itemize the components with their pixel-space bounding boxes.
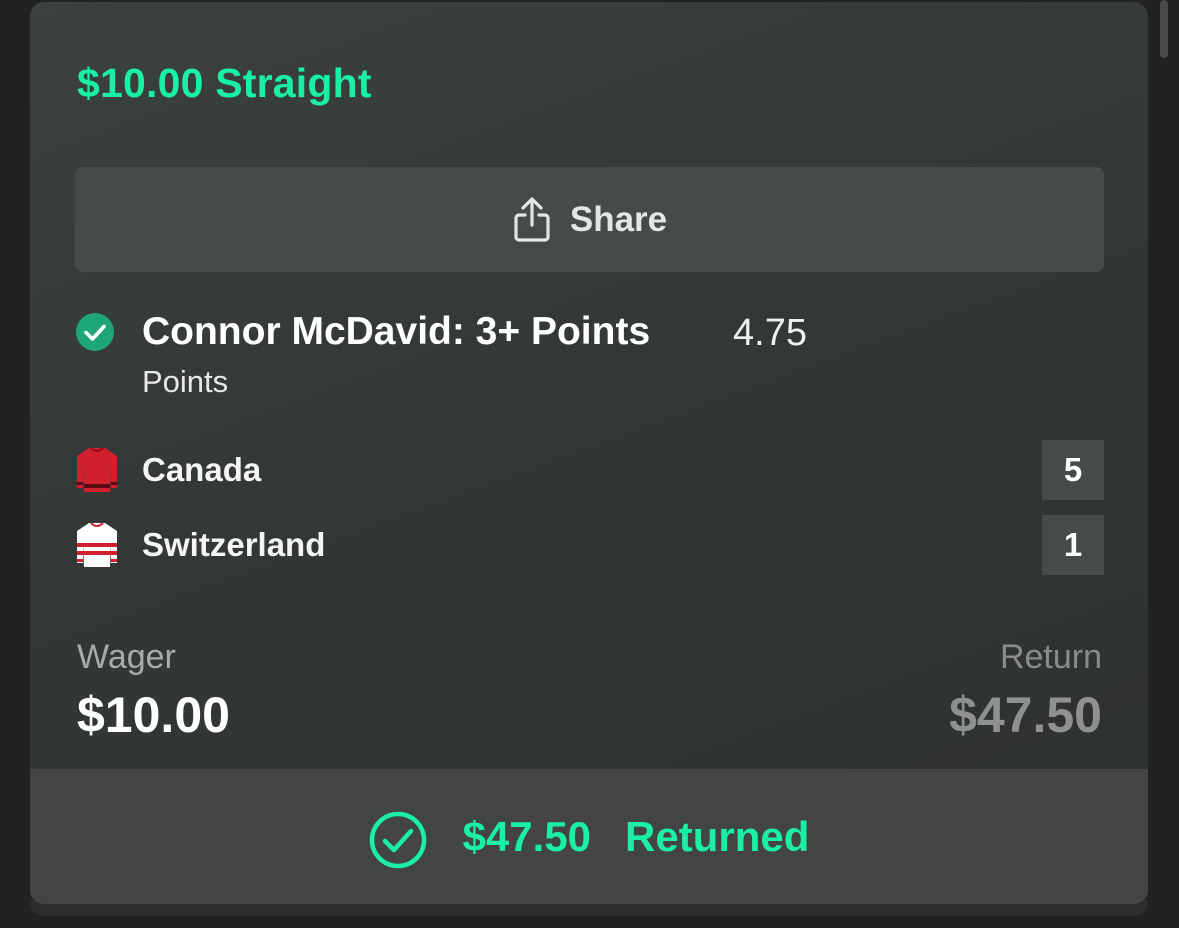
team-name: Canada (142, 451, 262, 488)
return-label: Return (999, 638, 1102, 676)
team-row-switzerland: Switzerland 1 (75, 515, 1104, 575)
team-row-canada: Canada 5 (75, 440, 1104, 500)
selection-name: Connor McDavid: 3+ Points (142, 310, 651, 353)
share-icon (514, 196, 550, 242)
wager-value: $10.00 (77, 687, 230, 743)
share-button[interactable]: Share (75, 167, 1104, 272)
scrollbar[interactable] (1160, 0, 1168, 58)
selection-market: Points (142, 364, 229, 399)
wager-label: Wager (77, 638, 176, 676)
result-status: Returned (625, 812, 810, 860)
team-score: 1 (1042, 515, 1104, 575)
check-circle-outline-icon (369, 811, 426, 868)
jersey-white-red-stripes-icon (77, 522, 117, 567)
team-name: Switzerland (142, 526, 326, 563)
result-footer: $47.50 Returned (30, 769, 1148, 904)
share-label: Share (569, 199, 668, 239)
bet-slip-page: $10.00 Straight Share Connor McDavid: 3+… (0, 0, 1179, 928)
check-circle-icon (76, 313, 114, 351)
return-value: $47.50 (949, 687, 1102, 743)
jersey-red-icon (77, 447, 117, 492)
bet-card: $10.00 Straight Share Connor McDavid: 3+… (30, 2, 1148, 904)
team-score: 5 (1042, 440, 1104, 500)
result-amount: $47.50 (462, 812, 592, 860)
bet-title: $10.00 Straight (77, 60, 372, 106)
selection-odds: 4.75 (733, 312, 807, 354)
